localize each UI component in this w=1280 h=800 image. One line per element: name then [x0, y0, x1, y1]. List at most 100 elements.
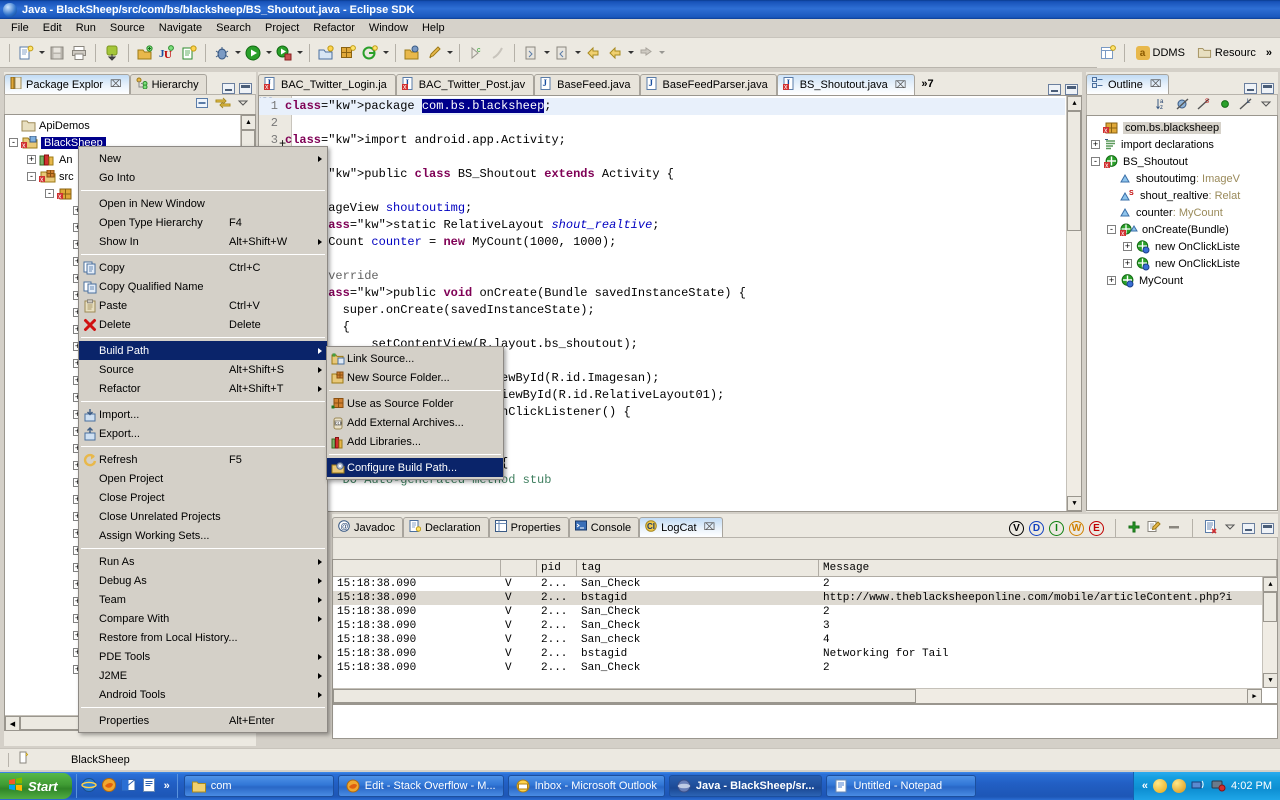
editor-tab-basefeedparser[interactable]: J BaseFeedParser.java — [639, 74, 777, 95]
menu-item-properties[interactable]: Properties Alt+Enter — [79, 711, 327, 730]
hide-nonpublic-icon[interactable] — [1218, 97, 1232, 114]
editor-tab-bs-shoutout[interactable]: Jx BS_Shoutout.java ⌧ — [776, 74, 916, 95]
run-button[interactable] — [243, 43, 263, 63]
menu-source[interactable]: Source — [103, 20, 152, 36]
build-path-submenu[interactable]: Link Source... New Source Folder... Use as… — [326, 346, 504, 480]
outlook-tray-icon[interactable] — [1172, 779, 1187, 793]
minimize-icon[interactable] — [1048, 84, 1061, 95]
outline-item[interactable]: - x BS_Shoutout — [1087, 153, 1277, 170]
logcat-col-level[interactable] — [501, 560, 537, 576]
editor-tab-bac-twitter-post[interactable]: Jx BAC_Twitter_Post.jav — [395, 74, 535, 95]
menu-item-refresh[interactable]: Refresh F5 — [79, 450, 327, 469]
scroll-thumb[interactable] — [1263, 592, 1277, 622]
link-with-editor-icon[interactable] — [215, 96, 231, 113]
hide-local-icon[interactable]: L — [1239, 97, 1253, 114]
menu-item-j2me[interactable]: J2ME — [79, 666, 327, 685]
logcat-col-message[interactable]: Message — [819, 560, 1277, 576]
logcat-vscrollbar[interactable]: ▲ ▼ — [1262, 577, 1277, 688]
taskbar-task[interactable]: com — [183, 775, 334, 797]
code-line[interactable]: MyCount counter = new MyCount(1000, 1000… — [259, 234, 1065, 251]
tree-item[interactable]: ApiDemos — [5, 117, 255, 134]
perspective-overflow[interactable]: » — [1262, 47, 1276, 59]
back-dropdown[interactable] — [626, 44, 635, 62]
scroll-thumb[interactable] — [333, 689, 916, 703]
scroll-right-button[interactable]: ▶ — [1247, 689, 1262, 703]
new-wizard-dropdown[interactable] — [37, 44, 46, 62]
tree-expander[interactable]: - — [27, 172, 36, 181]
add-filter-icon[interactable] — [1127, 520, 1141, 537]
outline-item[interactable]: + new OnClickListe — [1087, 255, 1277, 272]
new-wizard-button[interactable] — [16, 43, 36, 63]
smiley-icon[interactable] — [1153, 779, 1168, 793]
maximize-icon[interactable] — [1261, 522, 1274, 534]
outlook-icon[interactable] — [121, 777, 137, 796]
scroll-down-button[interactable]: ▼ — [1067, 496, 1081, 511]
view-menu-icon[interactable] — [1224, 521, 1236, 536]
menu-item-compare-with[interactable]: Compare With — [79, 609, 327, 628]
view-menu-icon[interactable] — [237, 97, 249, 112]
scroll-thumb[interactable] — [1067, 111, 1081, 231]
scroll-left-button[interactable]: ◀ — [5, 716, 20, 730]
next-annotation-button[interactable]: c — [466, 43, 486, 63]
network-icon[interactable] — [1191, 778, 1206, 795]
menu-edit[interactable]: Edit — [36, 20, 69, 36]
outline-item[interactable]: + MyCount — [1087, 272, 1277, 289]
verbose-filter[interactable]: V — [1009, 520, 1024, 536]
minimize-icon[interactable] — [1244, 83, 1257, 94]
scroll-up-button[interactable]: ▲ — [1263, 577, 1277, 592]
new-package-button[interactable] — [135, 43, 155, 63]
code-line[interactable] — [259, 183, 1065, 200]
code-line[interactable] — [259, 149, 1065, 166]
run-dropdown[interactable] — [264, 44, 273, 62]
taskbar-task[interactable]: Inbox - Microsoft Outlook — [507, 775, 665, 797]
run-external-dropdown[interactable] — [295, 44, 304, 62]
error-filter[interactable]: E — [1089, 520, 1104, 536]
logcat-row[interactable]: 15:18:38.090 V 2... San_Check 2 — [333, 605, 1277, 619]
menu-item-debug-as[interactable]: Debug As — [79, 571, 327, 590]
volume-icon[interactable] — [1211, 778, 1226, 795]
outline-item[interactable]: + import declarations — [1087, 136, 1277, 153]
new-android-project-button[interactable] — [179, 43, 199, 63]
perspective-ddms[interactable]: a DDMS — [1130, 44, 1191, 62]
last-edit-location-button[interactable] — [521, 43, 541, 63]
logcat-row[interactable]: 15:18:38.090 V 2... San_Check 3 — [333, 619, 1277, 633]
debug-filter[interactable]: D — [1029, 520, 1044, 536]
scroll-up-button[interactable]: ▲ — [1067, 96, 1081, 111]
new-junit-test-button[interactable]: JU — [157, 43, 177, 63]
menu-refactor[interactable]: Refactor — [306, 20, 362, 36]
editor-vscrollbar[interactable]: ▲ ▼ — [1066, 96, 1081, 511]
menu-item-link-source[interactable]: Link Source... — [327, 349, 503, 368]
warn-filter[interactable]: W — [1069, 520, 1084, 536]
back-history-button[interactable] — [583, 43, 603, 63]
tab-outline[interactable]: Outline ⌧ — [1086, 74, 1170, 94]
outline-item[interactable]: - x onCreate(Bundle) — [1087, 221, 1277, 238]
menu-item-refactor[interactable]: Refactor Alt+Shift+T — [79, 379, 327, 398]
logcat-row[interactable]: 15:18:38.090 V 2... San_check 4 — [333, 633, 1277, 647]
outline-item[interactable]: counter : MyCount — [1087, 204, 1277, 221]
logcat-row[interactable]: 15:18:38.090 V 2... bstagid Networking for T… — [333, 647, 1277, 661]
close-icon[interactable]: ⌧ — [110, 79, 122, 90]
hide-static-icon[interactable]: S — [1197, 97, 1211, 114]
next-edit-button[interactable] — [552, 43, 572, 63]
menu-item-copy-qualified-name[interactable]: Copy Qualified Name — [79, 277, 327, 296]
logcat-col-time[interactable] — [333, 560, 501, 576]
menu-item-new-source-folder[interactable]: New Source Folder... — [327, 368, 503, 387]
tree-expander[interactable]: - — [1091, 157, 1100, 166]
new-java-package-button[interactable] — [316, 43, 336, 63]
tree-expander[interactable]: + — [27, 155, 36, 164]
close-icon[interactable]: ⌧ — [895, 80, 907, 91]
outline-item[interactable]: Sshout_realtive : Relat — [1087, 187, 1277, 204]
menu-window[interactable]: Window — [362, 20, 415, 36]
logcat-row[interactable]: 15:18:38.090 V 2... San_Check 2 — [333, 577, 1277, 591]
menu-item-new[interactable]: New — [79, 149, 327, 168]
remove-filter-icon[interactable] — [1167, 520, 1181, 537]
sort-icon[interactable]: az — [1155, 97, 1169, 114]
menu-item-pde-tools[interactable]: PDE Tools — [79, 647, 327, 666]
menu-search[interactable]: Search — [209, 20, 258, 36]
code-line[interactable]: class="kw">public void onCreate(Bundle s… — [259, 285, 1065, 302]
save-button[interactable] — [47, 43, 67, 63]
menu-navigate[interactable]: Navigate — [152, 20, 209, 36]
open-type-button[interactable] — [402, 43, 422, 63]
tab-package-explorer[interactable]: Package Explor ⌧ — [4, 74, 130, 94]
new-class-button[interactable] — [338, 43, 358, 63]
